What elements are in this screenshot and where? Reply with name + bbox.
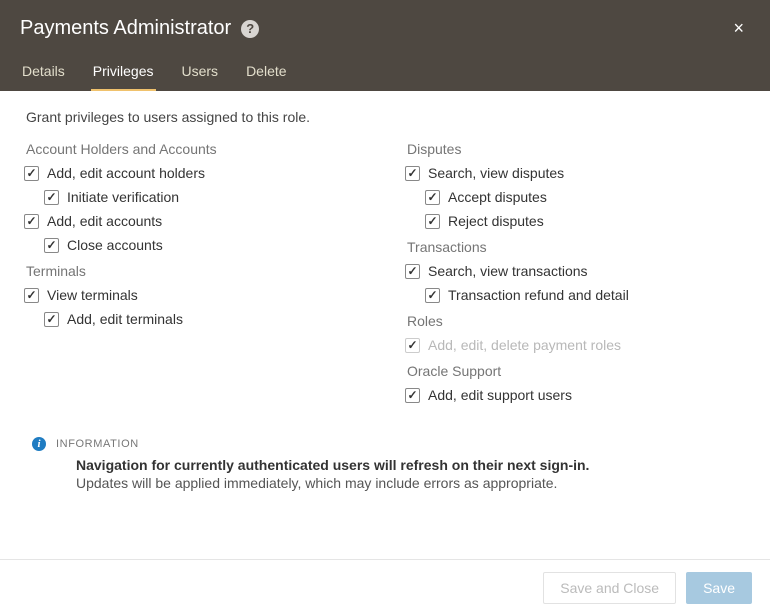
section-label: Oracle Support	[407, 363, 746, 379]
dialog-body: Grant privileges to users assigned to th…	[0, 91, 770, 559]
tab-users[interactable]: Users	[180, 55, 221, 92]
privilege-columns: Account Holders and Accounts Add, edit ac…	[24, 131, 746, 411]
privilege-row: Close accounts	[44, 237, 365, 253]
privilege-row: Search, view disputes	[405, 165, 746, 181]
information-label: INFORMATION	[56, 438, 139, 450]
save-button[interactable]: Save	[686, 572, 752, 604]
privilege-label: Add, edit, delete payment roles	[428, 337, 621, 353]
privilege-row: Search, view transactions	[405, 263, 746, 279]
privilege-label: View terminals	[47, 287, 138, 303]
privilege-label: Add, edit support users	[428, 387, 572, 403]
dialog-title: Payments Administrator	[20, 17, 231, 40]
privilege-label: Add, edit terminals	[67, 311, 183, 327]
privilege-label: Reject disputes	[448, 213, 544, 229]
tab-delete[interactable]: Delete	[244, 55, 288, 92]
section-label: Account Holders and Accounts	[26, 141, 365, 157]
save-and-close-button[interactable]: Save and Close	[543, 572, 676, 604]
privilege-row: Accept disputes	[425, 189, 746, 205]
privilege-row: Add, edit account holders	[24, 165, 365, 181]
tab-details[interactable]: Details	[20, 55, 67, 92]
privilege-label: Accept disputes	[448, 189, 547, 205]
title-row: Payments Administrator ? ×	[20, 14, 750, 43]
privilege-label: Add, edit accounts	[47, 213, 162, 229]
privilege-row: Reject disputes	[425, 213, 746, 229]
privilege-label: Close accounts	[67, 237, 163, 253]
privilege-row: Add, edit accounts	[24, 213, 365, 229]
privilege-row: Add, edit terminals	[44, 311, 365, 327]
information-strong: Navigation for currently authenticated u…	[76, 457, 746, 473]
privilege-checkbox[interactable]	[44, 238, 59, 253]
privilege-label: Search, view disputes	[428, 165, 564, 181]
privilege-checkbox[interactable]	[405, 264, 420, 279]
section-label: Disputes	[407, 141, 746, 157]
privilege-checkbox[interactable]	[24, 214, 39, 229]
privilege-checkbox	[405, 338, 420, 353]
help-icon[interactable]: ?	[241, 20, 259, 38]
privilege-checkbox[interactable]	[425, 288, 440, 303]
tab-privileges[interactable]: Privileges	[91, 55, 156, 92]
privilege-row: View terminals	[24, 287, 365, 303]
information-sub: Updates will be applied immediately, whi…	[76, 475, 746, 491]
tabs: Details Privileges Users Delete	[20, 55, 750, 91]
close-icon[interactable]: ×	[727, 14, 750, 43]
privilege-checkbox[interactable]	[405, 166, 420, 181]
info-icon: i	[32, 437, 46, 451]
section-label: Roles	[407, 313, 746, 329]
dialog-header: Payments Administrator ? × Details Privil…	[0, 0, 770, 91]
role-dialog: Payments Administrator ? × Details Privil…	[0, 0, 770, 616]
privilege-column-left: Account Holders and Accounts Add, edit ac…	[24, 131, 365, 411]
dialog-title-wrap: Payments Administrator ?	[20, 17, 259, 40]
intro-text: Grant privileges to users assigned to th…	[26, 109, 746, 125]
privilege-label: Search, view transactions	[428, 263, 588, 279]
privilege-checkbox[interactable]	[44, 312, 59, 327]
privilege-checkbox[interactable]	[24, 166, 39, 181]
privilege-row: Add, edit, delete payment roles	[405, 337, 746, 353]
privilege-checkbox[interactable]	[44, 190, 59, 205]
privilege-row: Add, edit support users	[405, 387, 746, 403]
information-header: i INFORMATION	[32, 437, 746, 451]
privilege-checkbox[interactable]	[405, 388, 420, 403]
privilege-row: Initiate verification	[44, 189, 365, 205]
privilege-row: Transaction refund and detail	[425, 287, 746, 303]
privilege-checkbox[interactable]	[425, 214, 440, 229]
section-label: Transactions	[407, 239, 746, 255]
privilege-label: Transaction refund and detail	[448, 287, 629, 303]
privilege-label: Initiate verification	[67, 189, 179, 205]
privilege-column-right: Disputes Search, view disputes Accept disp…	[405, 131, 746, 411]
section-label: Terminals	[26, 263, 365, 279]
privilege-checkbox[interactable]	[24, 288, 39, 303]
privilege-label: Add, edit account holders	[47, 165, 205, 181]
privilege-checkbox[interactable]	[425, 190, 440, 205]
information-box: i INFORMATION Navigation for currently a…	[24, 437, 746, 491]
dialog-footer: Save and Close Save	[0, 559, 770, 616]
